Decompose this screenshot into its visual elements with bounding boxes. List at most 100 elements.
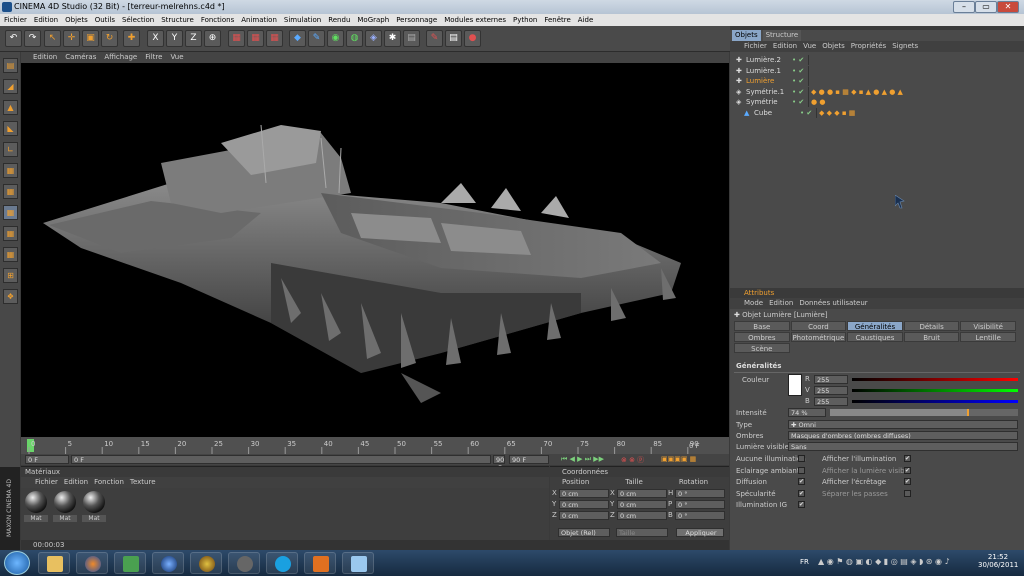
b-value-field[interactable]: 255: [814, 397, 848, 406]
rotate-tool-icon[interactable]: ↻: [101, 30, 118, 47]
attribute-tab-5[interactable]: Ombres: [734, 332, 790, 342]
object-row[interactable]: ✚ Lumière.1 • ✔: [730, 65, 1024, 77]
intensity-field[interactable]: 74 %: [788, 408, 826, 417]
coordinate-system-icon[interactable]: ⊕: [204, 30, 221, 47]
minimize-button[interactable]: –: [953, 1, 975, 13]
coord-mode-select[interactable]: Objet (Rel): [558, 528, 610, 537]
render-picture-icon[interactable]: ▦: [266, 30, 283, 47]
position-field[interactable]: 0 cm: [559, 489, 609, 498]
viewport-menu-item-3[interactable]: Filtre: [145, 52, 162, 63]
blue-slider[interactable]: [852, 400, 1018, 403]
light-icon[interactable]: ✎: [426, 30, 443, 47]
tray-icons[interactable]: ▲ ◉ ⚑ ◍ ▣ ◐ ◆ ▮ ◎ ▤ ◈ ◗ ⊛ ◉ ♪: [818, 557, 950, 566]
skype-taskbar-icon[interactable]: [266, 552, 298, 574]
nurbs-icon[interactable]: ◉: [327, 30, 344, 47]
menu-item-3[interactable]: Outils: [95, 14, 115, 26]
menu-item-5[interactable]: Structure: [161, 14, 194, 26]
menu-item-6[interactable]: Fonctions: [201, 14, 234, 26]
checkbox[interactable]: [904, 489, 911, 497]
viewport-menu-item-4[interactable]: Vue: [170, 52, 183, 63]
materials-menu-item-2[interactable]: Fonction: [94, 477, 124, 488]
attributes-menu-item-0[interactable]: Mode: [744, 298, 763, 309]
material-item[interactable]: Mat: [24, 491, 48, 522]
size-field[interactable]: 0 cm: [617, 489, 667, 498]
render-region-icon[interactable]: ▦: [247, 30, 264, 47]
size-mode-select[interactable]: Taille: [616, 528, 668, 537]
3d-viewport[interactable]: [21, 63, 729, 437]
edge-mode-icon[interactable]: ▦: [3, 184, 18, 199]
rotation-field[interactable]: 0 °: [675, 511, 725, 520]
script-icon[interactable]: ●: [464, 30, 481, 47]
array-icon[interactable]: ◍: [346, 30, 363, 47]
material-item[interactable]: Mat: [82, 491, 106, 522]
render-view-icon[interactable]: ▦: [228, 30, 245, 47]
checkbox[interactable]: [798, 455, 805, 462]
menu-item-2[interactable]: Objets: [65, 14, 88, 26]
checkbox[interactable]: ✔: [798, 478, 805, 485]
visible-light-select[interactable]: Sans: [788, 442, 1018, 451]
object-mode-icon[interactable]: ▲: [3, 100, 18, 115]
redo-icon[interactable]: ↷: [24, 30, 41, 47]
position-field[interactable]: 0 cm: [559, 511, 609, 520]
close-button[interactable]: ✕: [997, 1, 1019, 13]
menu-item-13[interactable]: Python: [513, 14, 537, 26]
network-taskbar-icon[interactable]: [114, 552, 146, 574]
frame-range-slider[interactable]: 0 F: [71, 455, 491, 464]
objects-tab-0[interactable]: Objets: [732, 30, 761, 41]
checkbox[interactable]: ✔: [904, 466, 911, 474]
menu-item-8[interactable]: Simulation: [284, 14, 321, 26]
polygon-mode-icon[interactable]: ▦: [3, 205, 18, 220]
scale-tool-icon[interactable]: ▣: [82, 30, 99, 47]
position-field[interactable]: 0 cm: [559, 500, 609, 509]
axis-mode-icon[interactable]: ⊞: [3, 268, 18, 283]
uv-mode-icon[interactable]: ▦: [3, 226, 18, 241]
app-taskbar-icon[interactable]: [228, 552, 260, 574]
objects-menu-item-3[interactable]: Objets: [822, 41, 845, 52]
make-editable-icon[interactable]: ▤: [3, 58, 18, 73]
materials-menu-item-1[interactable]: Edition: [64, 477, 88, 488]
attribute-tab-9[interactable]: Lentille: [960, 332, 1016, 342]
environment-icon[interactable]: ✱: [384, 30, 401, 47]
objects-menu-item-2[interactable]: Vue: [803, 41, 816, 52]
menu-item-1[interactable]: Edition: [34, 14, 58, 26]
x-axis-lock-icon[interactable]: X: [147, 30, 164, 47]
menu-item-4[interactable]: Sélection: [122, 14, 154, 26]
camera-icon[interactable]: ▤: [403, 30, 420, 47]
attributes-menu-item-1[interactable]: Edition: [769, 298, 793, 309]
checkbox[interactable]: ✔: [798, 501, 805, 508]
v-value-field[interactable]: 255: [814, 386, 848, 395]
attribute-tab-1[interactable]: Coord: [790, 321, 847, 331]
checkbox[interactable]: [798, 466, 805, 474]
green-slider[interactable]: [852, 389, 1018, 392]
cinema4d-taskbar-icon[interactable]: [152, 552, 184, 574]
red-slider[interactable]: [852, 378, 1018, 381]
menu-item-9[interactable]: Rendu: [328, 14, 350, 26]
objects-menu-item-0[interactable]: Fichier: [744, 41, 767, 52]
menu-item-10[interactable]: MoGraph: [357, 14, 389, 26]
size-field[interactable]: 0 cm: [617, 511, 667, 520]
explorer-taskbar-icon[interactable]: [38, 552, 70, 574]
object-row[interactable]: ◈ Symétrie.1 • ✔ ◆ ● ● ▪ ▦ ◆ ▪ ▲ ● ▲ ● ▲: [730, 86, 1024, 98]
viewport-menu-item-0[interactable]: Edition: [33, 52, 57, 63]
material-item[interactable]: Mat: [53, 491, 77, 522]
attribute-tab-2[interactable]: Généralités: [847, 321, 903, 331]
start-button[interactable]: [4, 551, 30, 575]
attributes-menu-item-2[interactable]: Données utilisateur: [799, 298, 867, 309]
layout-icon[interactable]: ▤: [445, 30, 462, 47]
maximize-button[interactable]: ▭: [975, 1, 997, 13]
object-row[interactable]: ◈ Symétrie • ✔ ● ●: [730, 97, 1024, 108]
type-select[interactable]: ✚ Omni: [788, 420, 1018, 429]
menu-item-12[interactable]: Modules externes: [444, 14, 506, 26]
object-row[interactable]: ✚ Lumière.2 • ✔: [730, 55, 1024, 66]
checkbox[interactable]: ✔: [904, 478, 911, 485]
objects-menu-item-1[interactable]: Edition: [773, 41, 797, 52]
z-axis-lock-icon[interactable]: Z: [185, 30, 202, 47]
viewport-menu-item-1[interactable]: Caméras: [65, 52, 96, 63]
key-settings-icon[interactable]: ▣▣▣▣ ▦: [661, 455, 696, 463]
menu-item-14[interactable]: Fenêtre: [544, 14, 570, 26]
move-tool-icon[interactable]: ✛: [63, 30, 80, 47]
menu-item-7[interactable]: Animation: [241, 14, 277, 26]
menu-item-15[interactable]: Aide: [578, 14, 593, 26]
visibility-toggle-icon[interactable]: • ✔: [792, 97, 808, 107]
menu-item-0[interactable]: Fichier: [4, 14, 27, 26]
